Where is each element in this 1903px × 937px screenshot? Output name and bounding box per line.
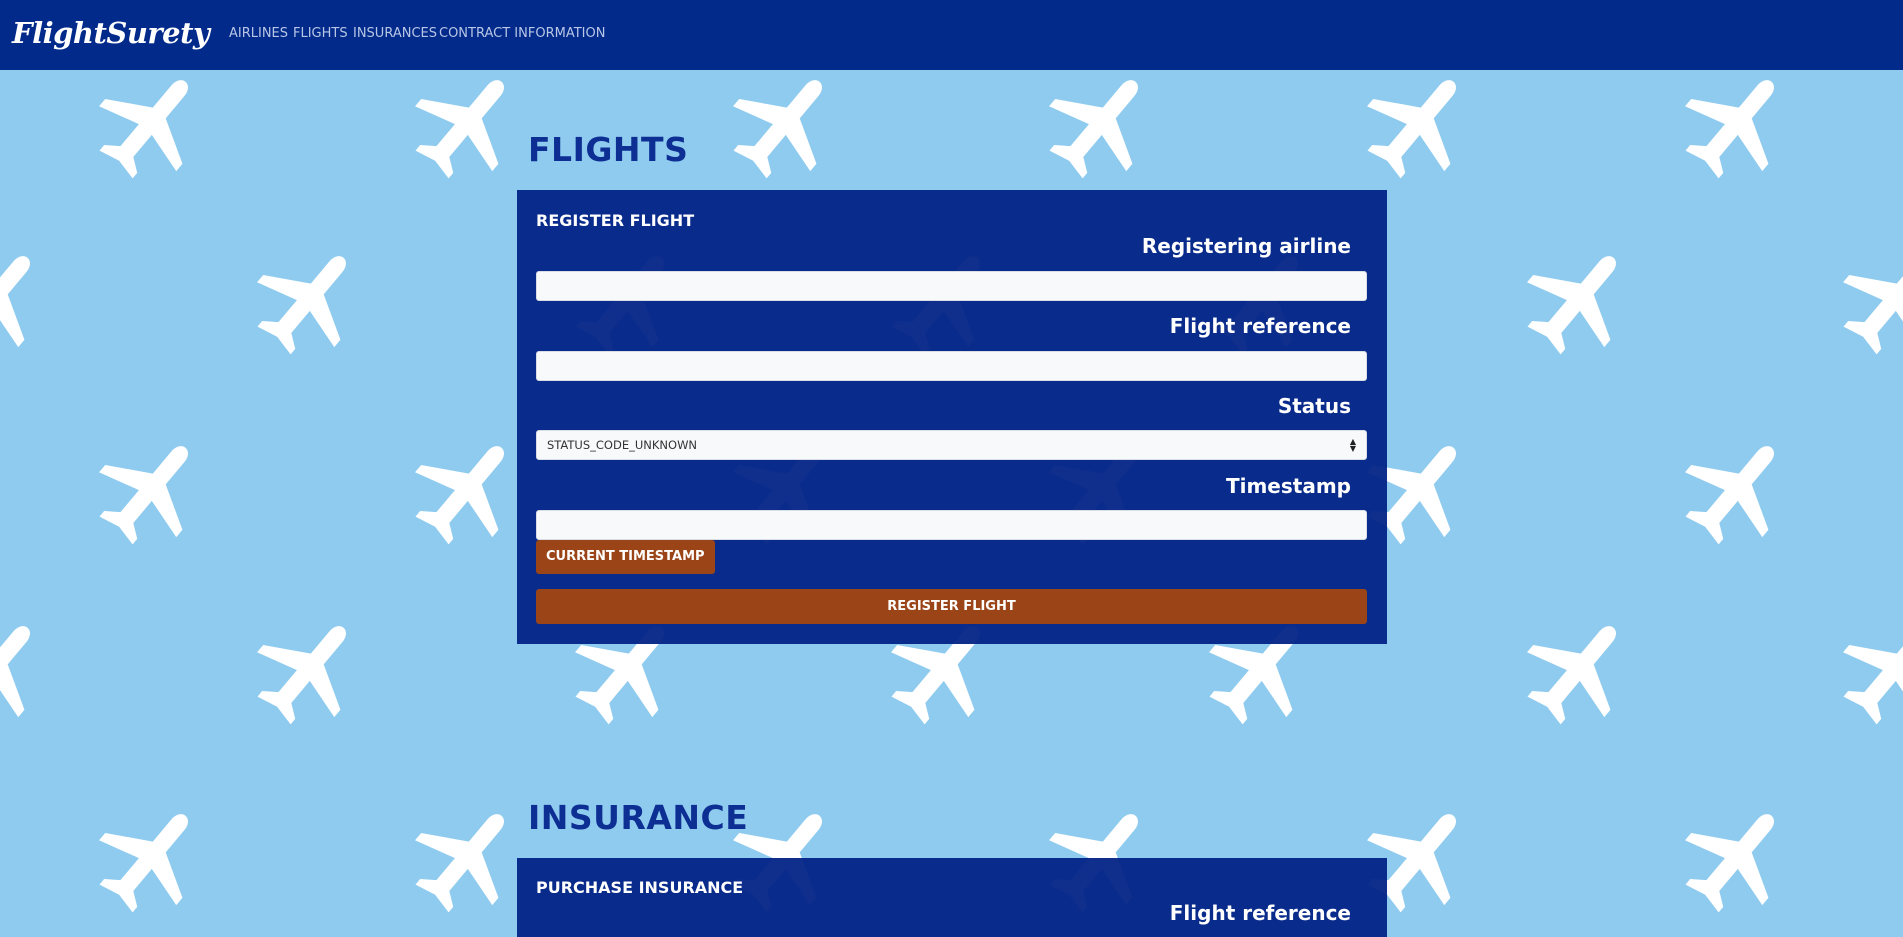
airplane-icon	[1843, 626, 1903, 725]
flight-reference-label: Flight reference	[1169, 314, 1351, 338]
flights-section-title: FLIGHTS	[528, 130, 689, 169]
airplane-icon	[257, 256, 346, 355]
airplane-icon	[415, 446, 504, 545]
nav-item-contract-information[interactable]: CONTRACT INFORMATION	[439, 26, 605, 41]
airplane-icon	[99, 814, 188, 913]
airplane-icon	[415, 80, 504, 179]
airplane-icon	[99, 446, 188, 545]
airplane-icon	[1049, 80, 1138, 179]
registering-airline-label: Registering airline	[1141, 234, 1351, 258]
airplane-icon	[1527, 626, 1616, 725]
airplane-icon	[0, 626, 30, 725]
insurance-flight-reference-label: Flight reference	[1169, 901, 1351, 925]
airplane-icon	[1685, 80, 1774, 179]
airplane-icon	[733, 80, 822, 179]
airplane-icon	[257, 626, 346, 725]
airplane-icon	[1685, 446, 1774, 545]
airplane-icon	[1685, 814, 1774, 913]
airplane-icon	[99, 80, 188, 179]
airplane-icon	[415, 814, 504, 913]
status-label: Status	[1277, 394, 1351, 418]
registering-airline-input[interactable]	[536, 271, 1367, 301]
register-flight-panel: REGISTER FLIGHT Registering airline Flig…	[517, 190, 1387, 644]
status-select[interactable]: STATUS_CODE_UNKNOWN ▲ ▼	[536, 430, 1367, 460]
airplane-icon	[1367, 80, 1456, 179]
brand-logo[interactable]: FlightSurety	[12, 16, 210, 50]
current-timestamp-button[interactable]: CURRENT TIMESTAMP	[536, 540, 715, 574]
airplane-icon	[1843, 256, 1903, 355]
register-flight-button[interactable]: REGISTER FLIGHT	[536, 589, 1367, 624]
airplane-icon	[1527, 256, 1616, 355]
timestamp-label: Timestamp	[1225, 474, 1351, 498]
register-flight-title: REGISTER FLIGHT	[536, 211, 695, 230]
insurance-section-title: INSURANCE	[528, 798, 749, 837]
purchase-insurance-panel: PURCHASE INSURANCE Flight reference	[517, 858, 1387, 937]
timestamp-input[interactable]	[536, 510, 1367, 540]
nav-item-flights[interactable]: FLIGHTS	[293, 26, 348, 41]
purchase-insurance-title: PURCHASE INSURANCE	[536, 878, 744, 897]
top-navbar: FlightSurety AIRLINES FLIGHTS INSURANCES…	[0, 0, 1903, 70]
status-selected-value: STATUS_CODE_UNKNOWN	[547, 438, 698, 452]
select-updown-icon: ▲ ▼	[1349, 437, 1356, 453]
nav-item-airlines[interactable]: AIRLINES	[229, 26, 288, 41]
airplane-icon	[0, 256, 30, 355]
flight-reference-input[interactable]	[536, 351, 1367, 381]
nav-item-insurances[interactable]: INSURANCES	[353, 26, 437, 41]
